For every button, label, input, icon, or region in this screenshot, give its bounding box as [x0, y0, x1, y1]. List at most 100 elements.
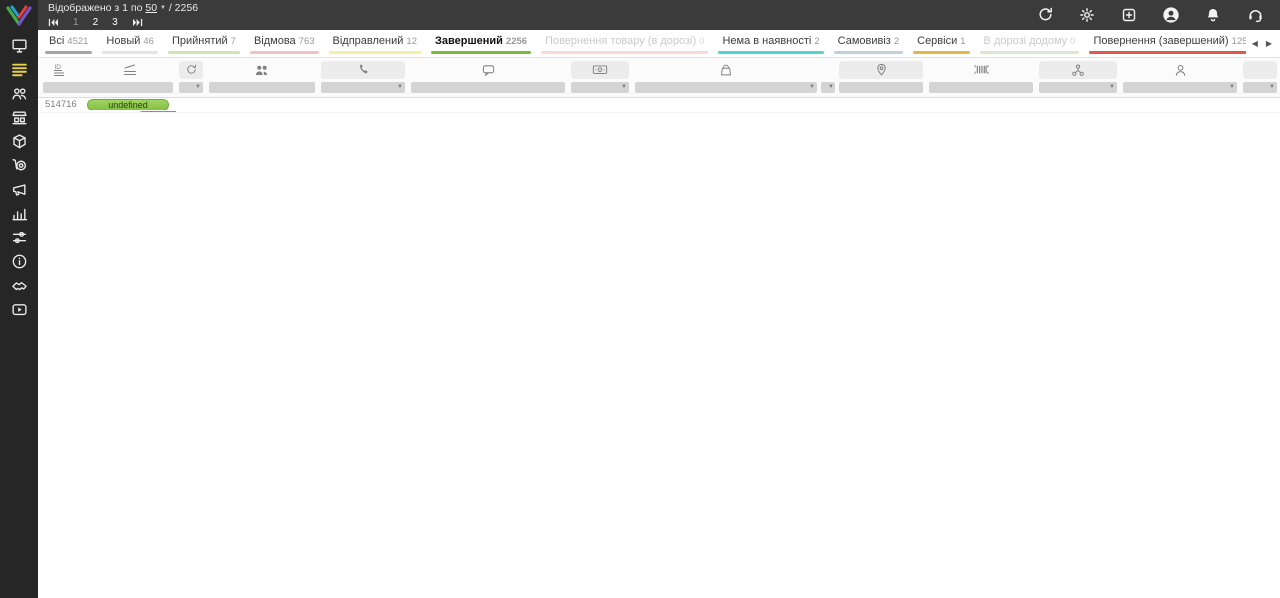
- filter-comment[interactable]: [411, 82, 565, 93]
- chevron-down-icon: ▼: [809, 84, 815, 90]
- tab-label: Завершений: [435, 35, 503, 47]
- column-type-header[interactable]: [1039, 61, 1117, 79]
- tab-8[interactable]: Нема в наявності2: [713, 30, 828, 57]
- tab-3[interactable]: Прийнятий7: [163, 30, 245, 57]
- app-logo-icon[interactable]: [4, 3, 34, 29]
- tab-label: Нема в наявності: [722, 35, 811, 47]
- sidebar-item-dropshipping[interactable]: [8, 157, 30, 174]
- tabs-scroll-right-arrow[interactable]: ▶: [1266, 39, 1272, 48]
- tabs-scroll-left-arrow[interactable]: ◀: [1252, 39, 1258, 48]
- filter-row: ▼ ▼ ▼ ▼ ▼ ▼ ▼ ▼: [38, 80, 1280, 98]
- column-products-header[interactable]: [632, 61, 820, 79]
- column-client-header[interactable]: [206, 61, 318, 79]
- tab-10[interactable]: Сервіси1: [908, 30, 974, 57]
- order-id: 514599: [88, 110, 134, 112]
- support-button[interactable]: [1246, 6, 1264, 24]
- tab-11[interactable]: В дорозі додому0: [975, 30, 1085, 57]
- tab-9[interactable]: Самовивіз2: [829, 30, 908, 57]
- tab-underline: [431, 51, 531, 54]
- column-address-header[interactable]: [839, 61, 923, 79]
- sliders-icon: [11, 229, 28, 246]
- sidebar-item-marketing[interactable]: [8, 181, 30, 198]
- tab-count: 763: [299, 36, 315, 47]
- column-status-header[interactable]: [84, 61, 176, 79]
- add-order-button[interactable]: [1120, 6, 1138, 24]
- page-1-button[interactable]: 1: [73, 16, 79, 29]
- page-2-button[interactable]: 2: [93, 16, 99, 29]
- column-comment-header[interactable]: [408, 61, 568, 79]
- sidebar: [0, 0, 38, 598]
- tab-4[interactable]: Відмова763: [245, 30, 324, 57]
- tab-count: 2: [814, 36, 819, 47]
- page-size-dropdown[interactable]: 50: [145, 2, 157, 14]
- filter-manager[interactable]: ▼: [1123, 82, 1237, 93]
- filter-type[interactable]: ▼: [1039, 82, 1117, 93]
- order-row-514716[interactable]: 514716undefined514599undefined514598unde…: [38, 98, 1280, 113]
- tab-label: Сервіси: [917, 35, 957, 47]
- sidebar-item-products[interactable]: [8, 133, 30, 150]
- column-manager-header[interactable]: [1120, 61, 1240, 79]
- column-marker-header[interactable]: [820, 61, 836, 79]
- table-header: ID: [38, 58, 1280, 80]
- column-payment-header[interactable]: [571, 61, 629, 79]
- tab-underline: [718, 51, 823, 54]
- column-id-header[interactable]: ID: [38, 61, 84, 79]
- tab-count: 12: [406, 36, 417, 47]
- sidebar-item-tutorials[interactable]: [8, 301, 30, 318]
- tab-underline: [834, 51, 903, 54]
- status-tabs-bar: Всі4521Новый46Прийнятий7Відмова763Відпра…: [38, 30, 1280, 58]
- order-row-514599[interactable]: 514599undefined514598undefined514596unde…: [88, 110, 168, 112]
- page-3-button[interactable]: 3: [112, 16, 118, 29]
- last-page-button[interactable]: [132, 18, 143, 27]
- filter-country[interactable]: ▼: [179, 82, 203, 93]
- column-ttn-header[interactable]: [926, 61, 1036, 79]
- orders-table-body: 514716undefined514599undefined514598unde…: [38, 98, 1280, 598]
- filter-products[interactable]: ▼: [635, 82, 817, 93]
- tab-count: 7: [231, 36, 236, 47]
- tab-count: 2: [894, 36, 899, 47]
- info-icon: [11, 253, 28, 270]
- sidebar-item-statistics[interactable]: [8, 205, 30, 222]
- settings-button[interactable]: [1078, 6, 1096, 24]
- sidebar-item-dashboard[interactable]: [8, 37, 30, 54]
- first-page-button[interactable]: [48, 18, 59, 27]
- filter-ttn[interactable]: [929, 82, 1033, 93]
- main-area: Відображено з 1 по 50 ▼ / 2256 1 2 3: [38, 0, 1280, 598]
- tab-12[interactable]: Повернення (завершений)125: [1084, 30, 1256, 57]
- box-icon: [11, 133, 28, 150]
- filter-phone[interactable]: ▼: [321, 82, 405, 93]
- tab-count: 4521: [67, 36, 88, 47]
- column-phone-header[interactable]: [321, 61, 405, 79]
- tab-5[interactable]: Відправлений12: [324, 30, 426, 57]
- tab-underline: [1089, 51, 1251, 54]
- sidebar-item-info[interactable]: [8, 253, 30, 270]
- tab-label: В дорозі додому: [984, 35, 1068, 47]
- column-country-header[interactable]: [179, 61, 203, 79]
- tab-underline: [250, 51, 319, 54]
- status-column-icon: [122, 63, 138, 77]
- bell-icon: [1205, 7, 1221, 23]
- sidebar-item-clients[interactable]: [8, 85, 30, 102]
- topbar: Відображено з 1 по 50 ▼ / 2256 1 2 3: [38, 0, 1280, 30]
- tab-1[interactable]: Всі4521: [40, 30, 97, 57]
- notifications-button[interactable]: [1204, 6, 1222, 24]
- sidebar-item-orders[interactable]: [8, 61, 30, 78]
- sidebar-item-settings[interactable]: [8, 229, 30, 246]
- sidebar-item-partners[interactable]: [8, 277, 30, 294]
- filter-date[interactable]: ▼: [1243, 82, 1277, 93]
- filter-address[interactable]: [839, 82, 923, 93]
- tab-6[interactable]: Завершений2256: [426, 30, 536, 57]
- column-date-header[interactable]: [1243, 61, 1277, 79]
- filter-payment[interactable]: ▼: [571, 82, 629, 93]
- refresh-button[interactable]: [1036, 6, 1054, 24]
- filter-id-status[interactable]: [43, 82, 173, 93]
- gear-icon: [1079, 7, 1095, 23]
- tab-7[interactable]: Повернення товару (в дорозі)0: [536, 30, 713, 57]
- sidebar-item-market[interactable]: [8, 109, 30, 126]
- tab-count: 0: [699, 36, 704, 47]
- tab-count: 1: [960, 36, 965, 47]
- filter-client[interactable]: [209, 82, 315, 93]
- filter-marker[interactable]: ▼: [821, 82, 835, 93]
- profile-button[interactable]: [1162, 6, 1180, 24]
- tab-2[interactable]: Новый46: [97, 30, 163, 57]
